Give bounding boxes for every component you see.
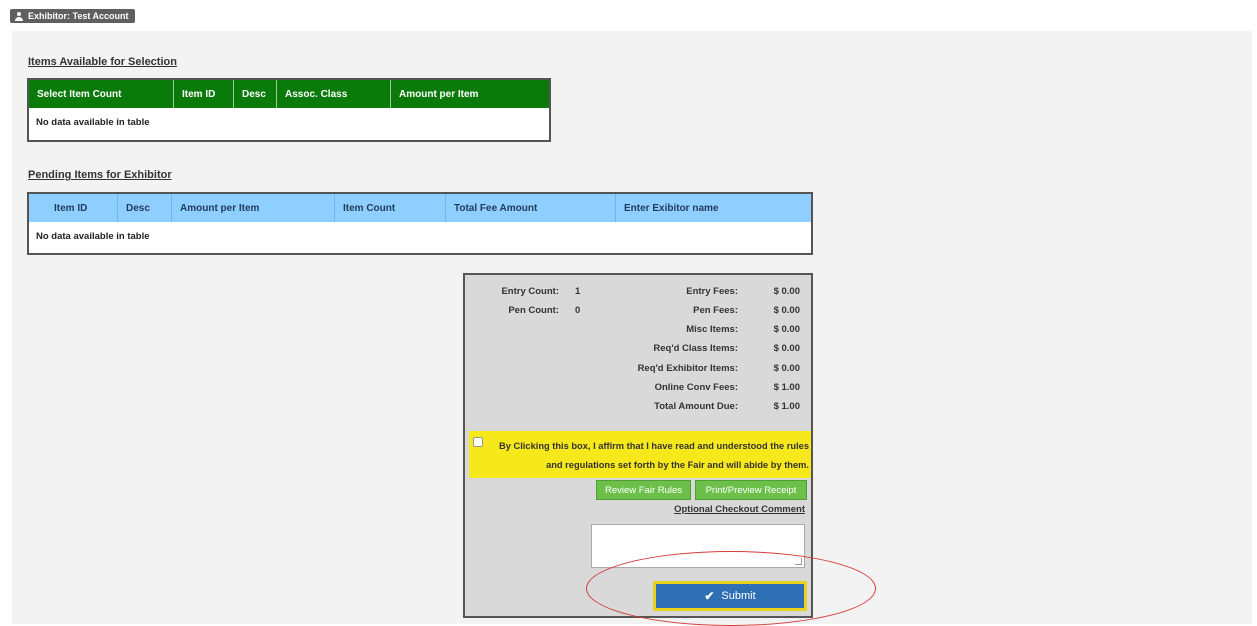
entry-fees-value: $ 0.00 <box>773 286 800 297</box>
exhibitor-badge-label: Exhibitor: Test Account <box>28 11 129 21</box>
col-amount-per-item[interactable]: Amount per Item <box>391 80 549 108</box>
review-fair-rules-button[interactable]: Review Fair Rules <box>596 480 691 500</box>
col-select-item-count[interactable]: Select Item Count <box>29 80 174 108</box>
misc-items-label: Misc Items: <box>686 324 738 335</box>
total-amount-due-value: $ 1.00 <box>773 401 800 412</box>
col-assoc-class[interactable]: Assoc. Class <box>277 80 391 108</box>
reqd-exhibitor-items-value: $ 0.00 <box>773 363 800 374</box>
col-enter-exhibitor-name[interactable]: Enter Exibitor name <box>616 194 811 222</box>
entry-count-label: Entry Count: <box>501 286 559 297</box>
misc-items-value: $ 0.00 <box>773 324 800 335</box>
print-preview-receipt-button[interactable]: Print/Preview Receipt <box>695 480 807 500</box>
pen-count-label: Pen Count: <box>508 305 559 316</box>
rules-agreement-checkbox[interactable] <box>473 437 483 447</box>
col-amount-per-item[interactable]: Amount per Item <box>172 194 335 222</box>
checkmark-icon: ✔ <box>704 589 715 603</box>
available-items-title: Items Available for Selection <box>28 56 177 68</box>
checkout-comment-textarea[interactable] <box>591 524 805 568</box>
pending-items-empty: No data available in table <box>36 231 150 242</box>
entry-fees-label: Entry Fees: <box>686 286 738 297</box>
col-desc[interactable]: Desc <box>234 80 277 108</box>
pending-items-title: Pending Items for Exhibitor <box>28 169 172 181</box>
user-icon <box>15 11 23 21</box>
rules-agreement-text: By Clicking this box, I affirm that I ha… <box>499 441 809 470</box>
rules-agreement: By Clicking this box, I affirm that I ha… <box>469 431 811 478</box>
exhibitor-badge: Exhibitor: Test Account <box>10 9 135 23</box>
col-item-id[interactable]: Item ID <box>174 80 234 108</box>
resize-grip-icon[interactable] <box>795 558 802 565</box>
available-items-header: Select Item Count Item ID Desc Assoc. Cl… <box>29 80 549 108</box>
pending-items-table: Item ID Desc Amount per Item Item Count … <box>27 192 813 255</box>
optional-checkout-comment-label: Optional Checkout Comment <box>674 504 805 515</box>
col-total-fee-amount[interactable]: Total Fee Amount <box>446 194 616 222</box>
col-item-id[interactable]: Item ID <box>46 194 118 222</box>
reqd-class-items-label: Req'd Class Items: <box>653 343 738 354</box>
available-items-empty: No data available in table <box>36 117 150 128</box>
online-conv-fees-label: Online Conv Fees: <box>654 382 738 393</box>
total-amount-due-label: Total Amount Due: <box>654 401 738 412</box>
reqd-class-items-value: $ 0.00 <box>773 343 800 354</box>
online-conv-fees-value: $ 1.00 <box>773 382 800 393</box>
available-items-table: Select Item Count Item ID Desc Assoc. Cl… <box>27 78 551 142</box>
pending-items-header: Item ID Desc Amount per Item Item Count … <box>29 194 811 222</box>
pen-fees-value: $ 0.00 <box>773 305 800 316</box>
submit-button-label: Submit <box>721 590 756 602</box>
reqd-exhibitor-items-label: Req'd Exhibitor Items: <box>637 363 738 374</box>
pen-fees-label: Pen Fees: <box>693 305 738 316</box>
col-desc[interactable]: Desc <box>118 194 172 222</box>
checkout-summary: Entry Count: 1 Pen Count: 0 Entry Fees: … <box>463 273 813 618</box>
col-item-count[interactable]: Item Count <box>335 194 446 222</box>
submit-button[interactable]: ✔ Submit <box>653 581 807 611</box>
